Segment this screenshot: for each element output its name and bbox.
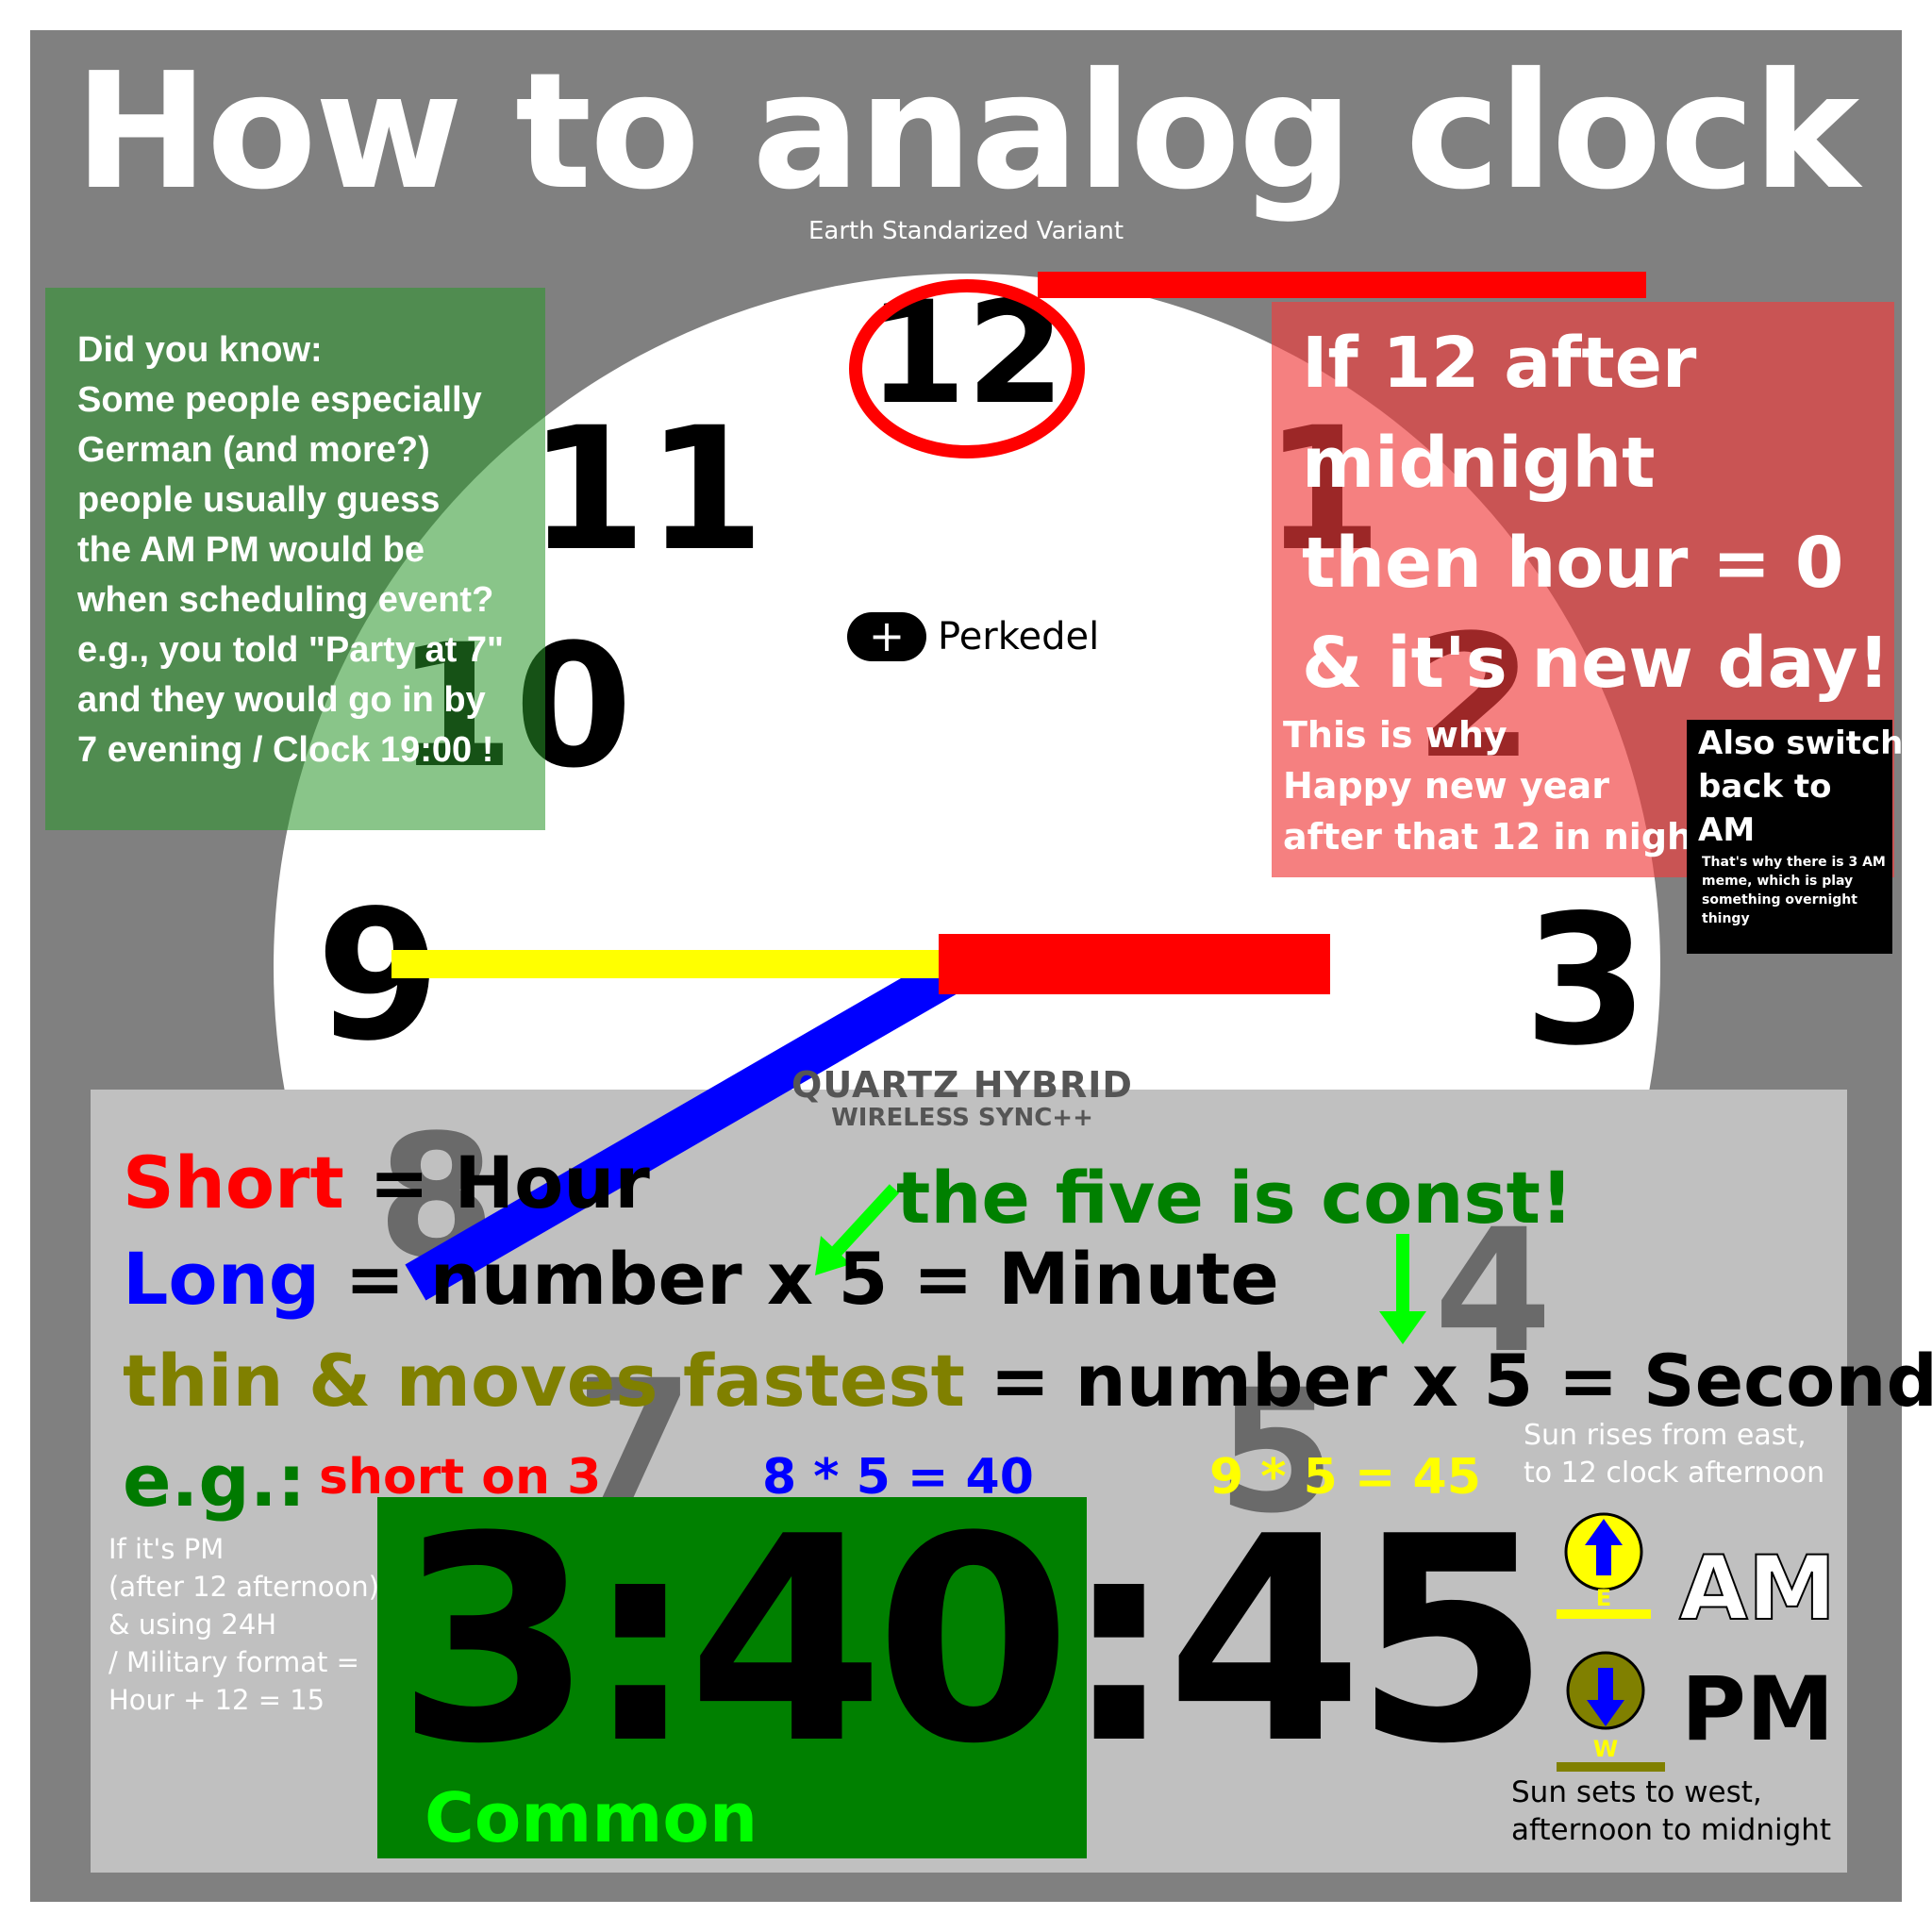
rule-thin-label: thin & moves fastest	[123, 1339, 965, 1423]
pm-note-line: (after 12 afternoon),	[108, 1571, 389, 1603]
pm-24h-note: If it's PM (after 12 afternoon), & using…	[108, 1530, 410, 1719]
rule-short-text: = Hour	[343, 1141, 650, 1224]
pm-note-line: / Military format =	[108, 1646, 359, 1678]
sunset-west-icon: W	[1557, 1651, 1665, 1772]
rule-thin-text: = number x 5 = Second	[965, 1339, 1932, 1423]
model-feature: WIRELESS SYNC++	[831, 1104, 1093, 1132]
sunrise-line: to 12 clock afternoon	[1524, 1457, 1825, 1490]
rule-long-label: Long	[123, 1237, 321, 1321]
rule-long-text: = number x 5 = Minute	[320, 1237, 1279, 1321]
rule-long-minute: Long = number x 5 = Minute	[123, 1232, 1279, 1326]
model-name: QUARTZ HYBRID	[791, 1064, 1133, 1106]
sunset-note: Sun sets to west, afternoon to midnight	[1511, 1774, 1851, 1849]
sunrise-line: Sun rises from east,	[1524, 1419, 1807, 1452]
rule-short-hour: Short = Hour	[123, 1136, 650, 1230]
east-label: E	[1596, 1585, 1611, 1611]
pm-note-line: If it's PM	[108, 1533, 225, 1565]
time-readout: 3:40:45	[396, 1476, 1551, 1806]
pm-note-line: & using 24H	[108, 1608, 277, 1641]
sunset-line: Sun sets to west,	[1511, 1775, 1762, 1809]
sunrise-note: Sun rises from east, to 12 clock afterno…	[1524, 1417, 1844, 1492]
sunrise-east-icon: E	[1557, 1512, 1651, 1619]
am-label: AM	[1678, 1537, 1837, 1641]
rule-short-label: Short	[123, 1141, 344, 1224]
common-label: Common	[425, 1778, 758, 1857]
pm-label: PM	[1681, 1658, 1835, 1761]
example-label: e.g.:	[123, 1439, 307, 1523]
pm-note-line: Hour + 12 = 15	[108, 1684, 325, 1716]
rule-thin-second: thin & moves fastest = number x 5 = Seco…	[123, 1334, 1932, 1428]
west-label: W	[1593, 1736, 1618, 1762]
five-const-note: the five is const!	[896, 1156, 1574, 1240]
sunset-line: afternoon to midnight	[1511, 1813, 1832, 1847]
